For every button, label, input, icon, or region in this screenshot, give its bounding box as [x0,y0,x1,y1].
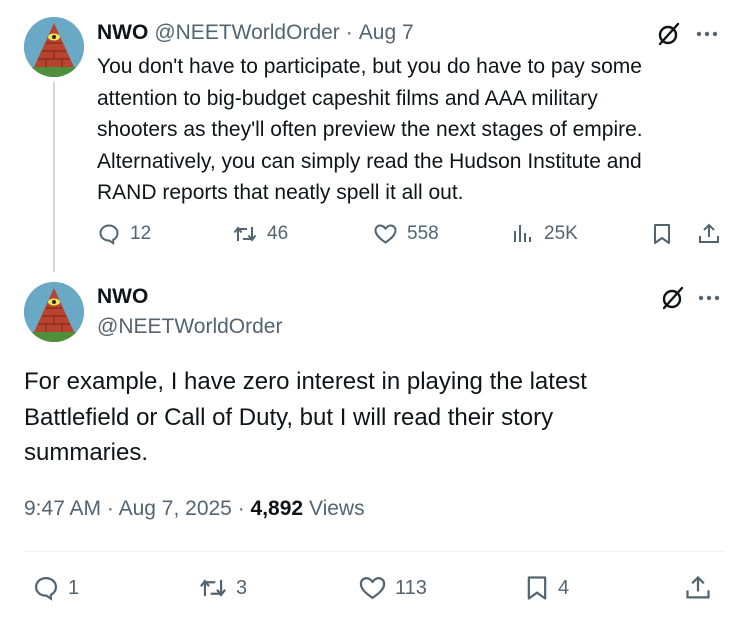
like-count: 558 [407,223,439,244]
bookmark-button[interactable] [651,218,673,250]
share-button[interactable] [697,218,721,250]
like-count: 113 [395,576,427,599]
avatar-image [24,282,84,342]
author-handle[interactable]: @NEETWorldOrder [97,315,282,339]
views-button[interactable]: 25K [511,218,578,250]
bookmark-icon [651,222,673,246]
avatar[interactable] [24,282,84,342]
reply-count: 12 [130,223,152,244]
header-separator: · [345,21,353,44]
heart-icon [358,574,387,602]
parent-tweet-header: NWO @NEETWorldOrder · Aug 7 [97,20,414,46]
tweet-date[interactable]: Aug 7 [359,21,414,45]
bar-chart-icon [511,222,535,246]
share-button[interactable] [684,570,712,606]
tweet-time[interactable]: 9:47 AM [24,497,101,520]
main-tweet-actions: 1 3 113 4 [24,570,724,606]
author-name[interactable]: NWO [97,285,148,309]
parent-tweet-actions: 12 46 558 25K [97,218,727,250]
like-button[interactable]: 558 [373,218,439,250]
more-dots-icon[interactable] [698,294,720,302]
repost-count: 3 [236,576,248,599]
divider [24,551,724,552]
more-dots-icon[interactable] [696,30,718,38]
main-tweet-text: For example, I have zero interest in pla… [24,368,587,466]
like-button[interactable]: 113 [358,570,427,606]
repost-arrows-icon [232,222,258,246]
author-handle[interactable]: @NEETWorldOrder [154,21,339,45]
bookmark-count: 4 [558,576,570,599]
tweet-date[interactable]: Aug 7, 2025 [119,497,232,520]
parent-tweet[interactable]: NWO @NEETWorldOrder · Aug 7 You don't ha… [0,0,748,272]
share-upload-icon [684,574,712,602]
reply-bubble-icon [32,574,60,602]
bookmark-button[interactable]: 4 [524,570,569,606]
heart-icon [373,222,398,246]
repost-count: 46 [267,223,289,244]
repost-arrows-icon [198,574,228,602]
avatar[interactable] [24,17,84,77]
view-count: 4,892 [250,497,304,520]
view-count: 25K [544,223,578,244]
tweet-meta: 9:47 AM · Aug 7, 2025 · 4,892 Views [24,497,365,521]
reply-count: 1 [68,576,80,599]
meta-separator: · [237,497,245,520]
bookmark-icon [524,574,550,602]
reply-bubble-icon [97,222,121,246]
share-upload-icon [697,222,721,246]
reply-button[interactable]: 1 [32,570,79,606]
avatar-image [24,17,84,77]
reply-button[interactable]: 12 [97,218,151,250]
thread-line [53,82,55,272]
views-label: Views [308,497,365,520]
parent-tweet-text: You don't have to participate, but you d… [97,55,643,204]
author-name[interactable]: NWO [97,21,148,45]
repost-button[interactable]: 46 [232,218,288,250]
meta-separator: · [106,497,114,520]
grok-slash-icon[interactable] [660,285,686,311]
repost-button[interactable]: 3 [198,570,247,606]
grok-slash-icon[interactable] [656,21,682,47]
